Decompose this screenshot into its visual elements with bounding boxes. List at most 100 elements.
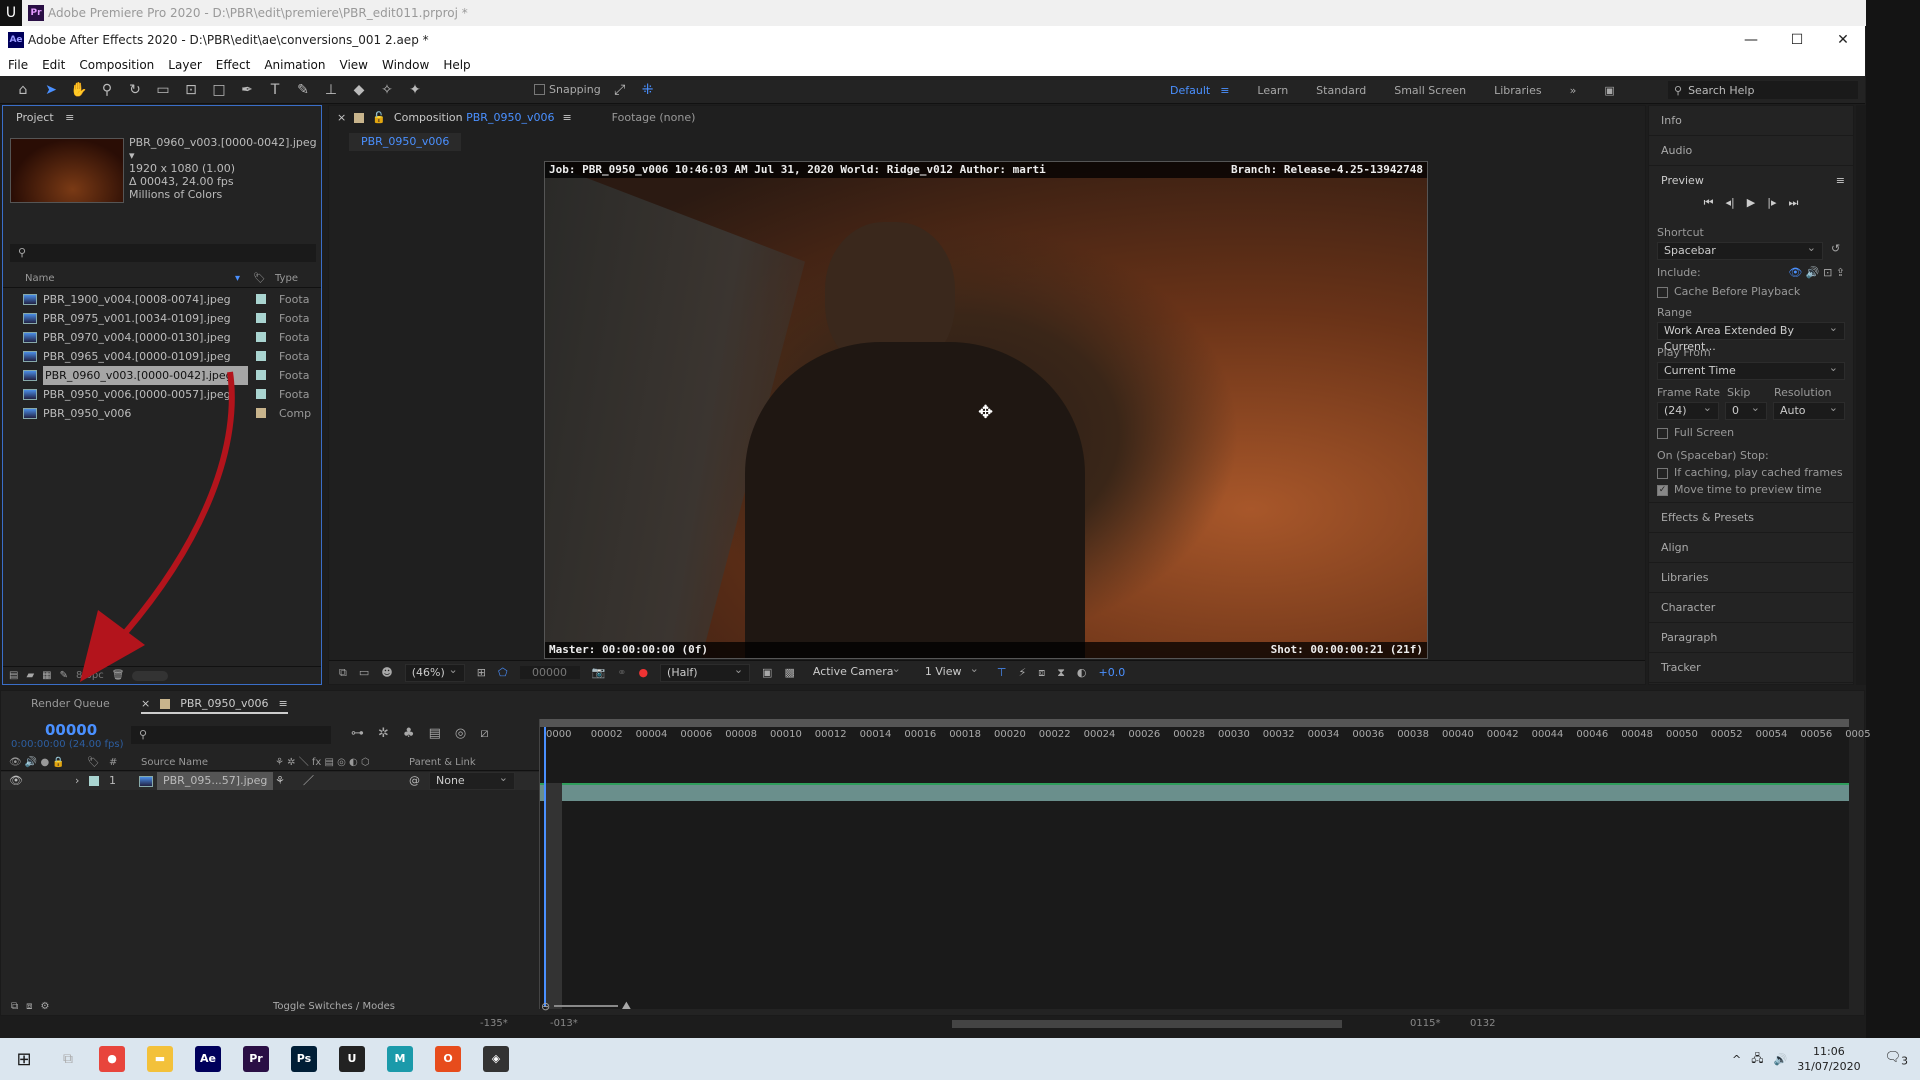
home-icon[interactable]: ⌂ [14,81,32,99]
anchor-point-icon[interactable]: ✥ [978,402,993,423]
toggle-switches-modes[interactable]: Toggle Switches / Modes [273,1001,395,1012]
menu-layer[interactable]: Layer [168,58,201,72]
expand-icon[interactable]: › [75,772,79,790]
exposure-value[interactable]: +0.0 [1099,666,1126,679]
name-column-header[interactable]: Name [25,273,55,284]
snapshot-icon[interactable]: 📷 [592,666,606,679]
workspace-small-screen[interactable]: Small Screen [1394,84,1466,97]
panel-tab-align[interactable]: Align [1649,533,1853,563]
include-audio-icon[interactable]: 🔊 [1806,266,1820,279]
frame-blending-icon[interactable]: ▤ [429,726,441,741]
taskbar-app-maya[interactable]: M [387,1046,413,1072]
panel-tab-tracker[interactable]: Tracker [1649,653,1853,683]
mask-path-icon[interactable]: ⬠ [498,666,508,679]
play-from-dropdown[interactable]: Current Time [1657,360,1845,380]
motion-blur-icon[interactable]: ◎ [455,726,466,741]
range-dropdown[interactable]: Work Area Extended By Current... [1657,320,1845,353]
last-frame-icon[interactable]: ⏭ [1788,196,1798,218]
layer-row[interactable]: 👁 › 1 PBR_095...57].jpeg ⚘ ／ @ None [1,770,539,790]
puppet-tool-icon[interactable]: ✦ [406,81,424,99]
footage-tab[interactable]: Footage (none) [612,111,696,124]
start-windows-icon[interactable]: ⊞ [0,1049,48,1070]
label-swatch[interactable] [256,370,266,380]
workspace-panel-icon[interactable]: ▣ [1604,84,1614,97]
comp-viewer[interactable]: Job: PBR_0950_v006 10:46:03 AM Jul 31, 2… [544,161,1428,659]
monitor-icon[interactable]: ▭ [359,666,369,679]
panel-menu-icon[interactable]: ≡ [65,111,74,124]
layer-name[interactable]: PBR_095...57].jpeg [157,772,274,790]
next-frame-icon[interactable]: |▸ [1767,196,1776,218]
pen-tool-icon[interactable]: ✒ [238,81,256,99]
close-button[interactable]: ✕ [1820,26,1866,54]
pick-whip-icon[interactable]: @ [409,772,420,790]
menu-view[interactable]: View [340,58,368,72]
timeline-search-input[interactable]: ⚲ [131,726,331,744]
transparency-grid-icon[interactable]: ▩ [784,666,794,679]
taskbar-app-ae[interactable]: Ae [195,1046,221,1072]
reset-icon[interactable]: ↺ [1831,242,1840,260]
visibility-icon[interactable]: 👁 [9,774,23,787]
view-layout-dropdown[interactable]: 1 View [919,661,985,682]
label-swatch[interactable] [256,313,266,323]
toggle-pixel-aspect-icon[interactable]: ⊤ [997,666,1007,679]
menu-effect[interactable]: Effect [216,58,251,72]
task-view-icon[interactable]: ⧉ [48,1051,88,1067]
project-item[interactable]: PBR_0975_v001.[0034-0109].jpeg Foota [3,309,321,328]
project-item[interactable]: PBR_1900_v004.[0008-0074].jpeg Foota [3,290,321,309]
timeline-icon[interactable]: ⧈ [1038,666,1045,680]
more-workspaces-icon[interactable]: » [1570,84,1577,97]
snapping-checkbox[interactable] [534,84,545,95]
menu-edit[interactable]: Edit [42,58,65,72]
shy-switch-icon[interactable]: ⚘ [275,772,285,790]
roto-brush-tool-icon[interactable]: ✧ [378,81,396,99]
mask-visibility-icon[interactable]: ☻ [381,666,392,679]
layer-color-swatch[interactable] [89,776,99,786]
panel-tab-paragraph[interactable]: Paragraph [1649,623,1853,653]
timeline-graph[interactable]: 0000 00002 00004 00006 00008 00010 00012 00014 0… [539,719,1871,1009]
label-column-icon[interactable]: 🏷 [253,270,266,288]
lock-icon[interactable]: 🔓 [372,111,386,124]
taskbar-app-unity[interactable]: ◈ [483,1046,509,1072]
taskbar-app-office[interactable]: O [435,1046,461,1072]
interpret-footage-icon[interactable]: ▤ [9,670,18,681]
brush-tool-icon[interactable]: ✎ [294,81,312,99]
panel-tab-effects-presets[interactable]: Effects & Presets [1649,503,1853,533]
layer-duration-bar[interactable] [540,783,1849,801]
preview-panel-tab[interactable]: Preview [1661,166,1704,196]
parent-dropdown[interactable]: None [429,770,515,790]
graph-editor-icon[interactable]: ⧄ [480,726,488,741]
menu-file[interactable]: File [8,58,28,72]
rectangle-tool-icon[interactable]: □ [210,81,228,99]
label-swatch[interactable] [256,408,266,418]
resolution-dropdown[interactable]: (Half) [660,662,751,682]
quality-switch-icon[interactable]: ／ [303,772,314,790]
taskbar-app-chrome[interactable]: ● [99,1046,125,1072]
resolution-dropdown[interactable]: Auto [1773,400,1845,420]
time-ruler[interactable]: 0000 00002 00004 00006 00008 00010 00012 00014 0… [540,729,1871,749]
always-preview-icon[interactable]: ⧉ [339,666,347,680]
rotate-tool-icon[interactable]: ↻ [126,81,144,99]
menu-composition[interactable]: Composition [79,58,154,72]
magnification-dropdown[interactable]: (46%) [404,662,465,682]
network-icon[interactable]: 🖧 [1751,1050,1763,1069]
label-swatch[interactable] [256,332,266,342]
sort-icon[interactable]: ▾ [235,270,240,288]
comp-tab[interactable]: Composition PBR_0950_v006 [394,111,555,124]
transfer-controls-icon[interactable]: ⧈ [26,1001,32,1012]
draft-3d-icon[interactable]: ✲ [378,726,389,741]
reset-exposure-icon[interactable]: ◐ [1077,666,1087,679]
current-time-field[interactable]: 00000 [519,666,580,679]
maximize-button[interactable]: ☐ [1774,26,1820,54]
flowchart-icon[interactable]: ⧗ [1057,666,1065,680]
notifications-icon[interactable]: 🗨3 [1885,1050,1908,1068]
composition-mini-flowchart-icon[interactable]: ⊶ [351,726,364,741]
panel-tab-character[interactable]: Character [1649,593,1853,623]
search-help[interactable]: ⚲ Search Help [1668,81,1858,99]
camera-tool-icon[interactable]: ▭ [154,81,172,99]
camera-dropdown[interactable]: Active Camera [807,661,907,682]
pan-behind-tool-icon[interactable]: ⊡ [182,81,200,99]
taskbar-app-pr[interactable]: Pr [243,1046,269,1072]
close-tab-icon[interactable]: × [337,111,346,124]
zoom-tool-icon[interactable]: ⚲ [98,81,116,99]
label-swatch[interactable] [256,351,266,361]
